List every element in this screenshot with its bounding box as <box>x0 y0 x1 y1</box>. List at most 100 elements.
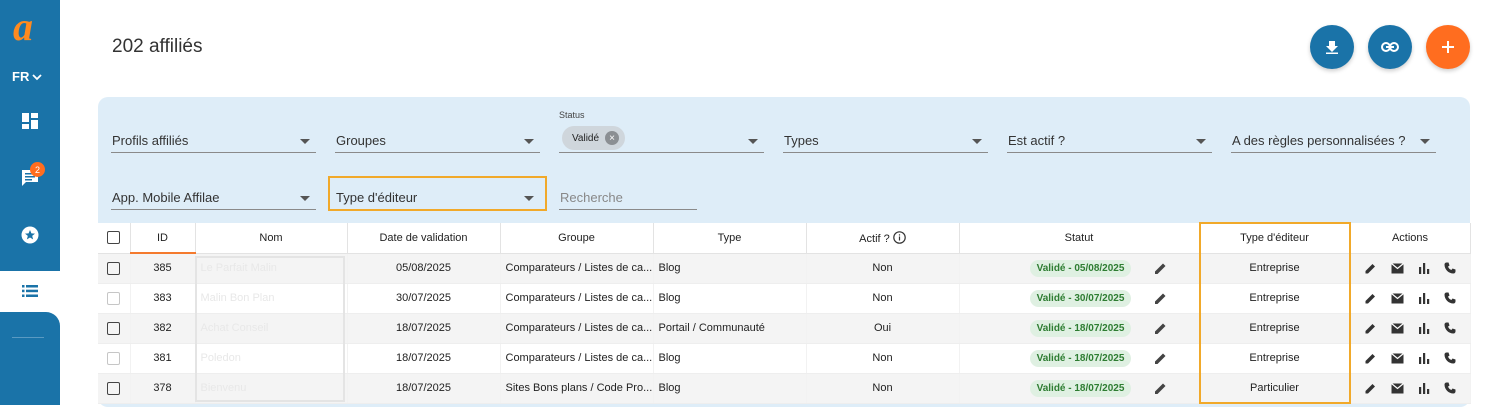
row-type: Blog <box>653 253 807 284</box>
language-label: FR <box>12 69 30 84</box>
page-title: 202 affiliés <box>112 36 203 57</box>
col-actions: Actions <box>1350 223 1471 254</box>
mail-icon[interactable] <box>1390 292 1404 304</box>
mail-icon[interactable] <box>1390 352 1404 364</box>
edit-icon[interactable] <box>1364 382 1377 395</box>
app-mobile-filter[interactable]: App. Mobile Affilae <box>111 190 316 210</box>
close-icon[interactable]: × <box>605 131 620 145</box>
row-date: 05/08/2025 <box>347 253 501 284</box>
edit-icon[interactable] <box>1364 322 1377 335</box>
est-actif-filter[interactable]: Est actif ? <box>1007 133 1212 153</box>
sidebar-bottom <box>0 312 60 405</box>
col-id[interactable]: ID <box>130 223 196 254</box>
row-select-cell[interactable] <box>98 373 131 404</box>
search-placeholder: Recherche <box>560 190 623 205</box>
select-all-checkbox[interactable] <box>107 231 121 245</box>
edit-status-icon[interactable] <box>1153 351 1168 366</box>
row-select-cell[interactable] <box>98 283 131 314</box>
row-date: 18/07/2025 <box>347 373 501 404</box>
edit-status-icon[interactable] <box>1153 381 1168 396</box>
row-checkbox[interactable] <box>107 321 121 335</box>
edit-status-icon[interactable] <box>1153 321 1168 336</box>
phone-icon[interactable] <box>1444 352 1456 364</box>
phone-icon[interactable] <box>1444 262 1456 274</box>
row-date: 30/07/2025 <box>347 283 501 314</box>
edit-status-icon[interactable] <box>1153 291 1168 306</box>
col-groupe[interactable]: Groupe <box>500 223 654 254</box>
search-input[interactable]: Recherche <box>559 190 697 210</box>
row-id: 378 <box>130 373 196 404</box>
row-select-cell[interactable] <box>98 313 131 344</box>
svg-text:a: a <box>13 6 33 44</box>
row-actif: Non <box>806 343 960 374</box>
row-date: 18/07/2025 <box>347 313 501 344</box>
chevron-down-icon <box>32 73 42 80</box>
row-actions <box>1350 343 1471 374</box>
star-badge-icon[interactable] <box>18 223 42 247</box>
row-statut: Validé - 18/07/2025 <box>959 343 1200 374</box>
status-chip[interactable]: Validé × <box>562 126 626 150</box>
status-filter-label: Status <box>559 110 585 120</box>
row-type: Blog <box>653 343 807 374</box>
info-icon[interactable] <box>893 230 906 244</box>
row-actions <box>1350 313 1471 344</box>
col-statut[interactable]: Statut <box>959 223 1200 254</box>
profils-filter-label: Profils affiliés <box>112 133 189 148</box>
caret-down-icon <box>748 139 758 144</box>
download-button[interactable] <box>1310 25 1354 69</box>
row-actif: Non <box>806 373 960 404</box>
groupes-filter-label: Groupes <box>336 133 386 148</box>
mail-icon[interactable] <box>1390 262 1404 274</box>
app-mobile-filter-label: App. Mobile Affilae <box>112 190 220 205</box>
link-button[interactable] <box>1368 25 1412 69</box>
stats-icon[interactable] <box>1418 352 1430 364</box>
row-checkbox[interactable] <box>107 261 121 275</box>
stats-icon[interactable] <box>1418 322 1430 334</box>
stats-icon[interactable] <box>1418 262 1430 274</box>
row-checkbox[interactable] <box>107 351 121 365</box>
mail-icon[interactable] <box>1390 322 1404 334</box>
caret-down-icon <box>1420 139 1430 144</box>
col-nom[interactable]: Nom <box>195 223 348 254</box>
link-icon <box>1381 42 1399 52</box>
row-checkbox[interactable] <box>107 291 121 305</box>
dashboard-icon[interactable] <box>18 109 42 133</box>
edit-status-icon[interactable] <box>1153 261 1168 276</box>
types-filter[interactable]: Types <box>783 133 988 153</box>
status-pill: Validé - 30/07/2025 <box>1029 289 1132 307</box>
row-select-cell[interactable] <box>98 253 131 284</box>
select-all-cell[interactable] <box>98 223 131 254</box>
phone-icon[interactable] <box>1444 292 1456 304</box>
row-type: Blog <box>653 373 807 404</box>
affiliates-list-nav[interactable] <box>0 271 60 311</box>
caret-down-icon <box>1196 139 1206 144</box>
regles-filter[interactable]: A des règles personnalisées ? <box>1231 133 1436 153</box>
caret-down-icon <box>300 139 310 144</box>
edit-icon[interactable] <box>1364 352 1377 365</box>
col-date[interactable]: Date de validation <box>347 223 501 254</box>
phone-icon[interactable] <box>1444 382 1456 394</box>
status-pill: Validé - 18/07/2025 <box>1029 379 1132 397</box>
stats-icon[interactable] <box>1418 382 1430 394</box>
stats-icon[interactable] <box>1418 292 1430 304</box>
caret-down-icon <box>524 139 534 144</box>
edit-icon[interactable] <box>1364 292 1377 305</box>
row-actif: Non <box>806 253 960 284</box>
row-id: 381 <box>130 343 196 374</box>
groupes-filter[interactable]: Groupes <box>335 133 540 153</box>
affilae-logo[interactable]: a <box>11 6 49 44</box>
types-filter-label: Types <box>784 133 819 148</box>
col-actif[interactable]: Actif ? <box>806 223 960 254</box>
status-pill: Validé - 18/07/2025 <box>1029 319 1132 337</box>
mail-icon[interactable] <box>1390 382 1404 394</box>
profils-filter[interactable]: Profils affiliés <box>111 133 316 153</box>
add-affiliate-button[interactable] <box>1426 25 1470 69</box>
col-type[interactable]: Type <box>653 223 807 254</box>
row-actions <box>1350 283 1471 314</box>
edit-icon[interactable] <box>1364 262 1377 275</box>
row-select-cell[interactable] <box>98 343 131 374</box>
language-selector[interactable]: FR <box>12 69 42 84</box>
row-statut: Validé - 18/07/2025 <box>959 373 1200 404</box>
phone-icon[interactable] <box>1444 322 1456 334</box>
row-checkbox[interactable] <box>107 381 121 395</box>
